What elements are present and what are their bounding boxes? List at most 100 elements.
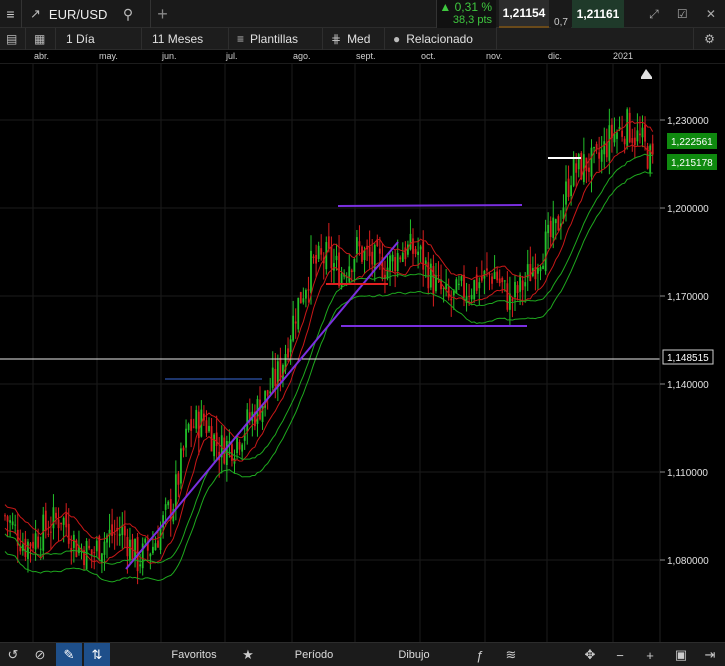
candle-body: [636, 130, 639, 142]
hide-button[interactable]: ⊘: [26, 643, 54, 666]
candle-body: [67, 523, 70, 544]
layout-button[interactable]: ▤: [0, 28, 26, 50]
candle-body: [192, 426, 195, 428]
candle-body: [289, 339, 292, 353]
crosshair-icon: ⇅: [91, 647, 103, 662]
candle-body: [44, 510, 47, 531]
period-button[interactable]: Período: [270, 643, 358, 666]
candle-body: [356, 237, 358, 254]
favorites-button[interactable]: Favoritos: [150, 643, 238, 666]
candle-body: [593, 147, 595, 149]
candle-body: [631, 138, 634, 143]
range-dropdown[interactable]: 11 Meses: [142, 28, 229, 50]
candle-body: [4, 515, 6, 517]
candle-body: [197, 411, 200, 438]
related-label: Relacionado: [406, 32, 473, 46]
expand-icon[interactable]: ⤢: [649, 7, 659, 22]
candle-body: [651, 143, 654, 155]
price-chart[interactable]: 1,230000 1,200000 1,170000 1,140000 1,110000…: [0, 64, 725, 642]
candle-body: [506, 283, 509, 310]
candle-body: [570, 185, 572, 197]
candle-body: [554, 219, 557, 224]
candle-body: [338, 252, 340, 287]
candle-body: [241, 444, 244, 452]
close-icon[interactable]: ✕: [706, 7, 716, 21]
chart-toolbar: ▤ ▦ 1 Día 11 Meses ≡ Plantillas ⋕ Med ● Rel…: [0, 28, 725, 50]
candle-body: [519, 274, 521, 292]
candle-body: [52, 507, 55, 529]
candle-body: [238, 441, 241, 450]
candle-body: [208, 425, 210, 432]
candle-body: [633, 137, 636, 146]
menu-icon[interactable]: ≡: [0, 0, 22, 28]
candle-body: [473, 280, 476, 300]
drawing-button[interactable]: Dibujo: [370, 643, 458, 666]
candle-body: [333, 263, 335, 271]
zoom-in-icon[interactable]: +: [639, 643, 661, 666]
add-tab-button[interactable]: +: [150, 0, 174, 28]
fx-icon[interactable]: ƒ: [470, 643, 490, 666]
star-icon[interactable]: ★: [238, 643, 258, 666]
candle-body: [498, 278, 501, 284]
popout-icon[interactable]: ☑: [677, 7, 688, 21]
undo-button[interactable]: ↺: [0, 643, 26, 666]
templates-button[interactable]: ≡ Plantillas: [229, 28, 323, 50]
grid-button[interactable]: ▦: [26, 28, 56, 50]
month-label: 2021: [613, 51, 634, 61]
candle-body: [486, 268, 488, 271]
chart-style-button[interactable]: ⋕ Med: [323, 28, 385, 50]
reset-zoom-icon[interactable]: ▣: [670, 643, 692, 666]
indicator-icon[interactable]: ≋: [500, 643, 522, 666]
candle-body: [450, 298, 453, 301]
level-price-tag-text: 1,148515: [667, 353, 709, 364]
related-button[interactable]: ● Relacionado: [385, 28, 497, 50]
candle-body: [401, 252, 404, 262]
hide-icon: ⊘: [34, 647, 46, 662]
scroll-end-icon[interactable]: ⇥: [699, 643, 721, 666]
candle-body: [588, 167, 590, 172]
pan-icon[interactable]: ✥: [579, 643, 601, 666]
related-icon: ●: [393, 32, 401, 46]
candle-body: [310, 250, 312, 293]
pencil-button[interactable]: ✎: [56, 643, 82, 666]
candle-body: [437, 275, 440, 277]
settings-button[interactable]: ⚙: [693, 28, 725, 50]
candle-body: [24, 538, 27, 557]
candle-body: [361, 246, 363, 262]
candle-body: [368, 246, 371, 257]
candle-body: [177, 473, 180, 485]
candles-icon: ⋕: [331, 32, 342, 46]
candle-body: [590, 147, 593, 177]
interval-dropdown[interactable]: 1 Día: [56, 28, 142, 50]
candle-body: [113, 533, 116, 535]
candle-body: [544, 231, 547, 272]
candle-body: [167, 501, 170, 506]
zoom-out-icon[interactable]: −: [609, 643, 631, 666]
candle-body: [215, 432, 218, 447]
candle-body: [575, 163, 578, 173]
candle-body: [460, 276, 463, 281]
ask-price-button[interactable]: 1,21161: [572, 0, 624, 28]
candle-body: [552, 217, 555, 238]
month-label: ago.: [293, 51, 311, 61]
candle-body: [488, 273, 491, 275]
chart-style-label: Med: [347, 32, 371, 46]
candle-body: [577, 154, 580, 170]
candle-body: [111, 524, 113, 537]
crosshair-button[interactable]: ⇅: [84, 643, 110, 666]
candle-body: [246, 409, 249, 432]
tick-label: 1,140000: [667, 380, 709, 391]
candle-body: [317, 245, 320, 259]
candle-body: [236, 437, 238, 454]
bid-price-button[interactable]: 1,21154: [499, 0, 549, 28]
candle-body: [391, 254, 394, 262]
tick-label: 1,230000: [667, 116, 709, 127]
candle-body: [195, 409, 198, 429]
candle-body: [118, 533, 121, 537]
candle-body: [480, 276, 483, 281]
candle-body: [159, 527, 162, 551]
search-icon[interactable]: ⚲: [118, 0, 138, 28]
list-icon: ▤: [6, 32, 18, 46]
top-bar: ≡ ↗ EUR/USD ⚲ + ▲ 0,31 % 38,3 pts 1,2115…: [0, 0, 725, 29]
